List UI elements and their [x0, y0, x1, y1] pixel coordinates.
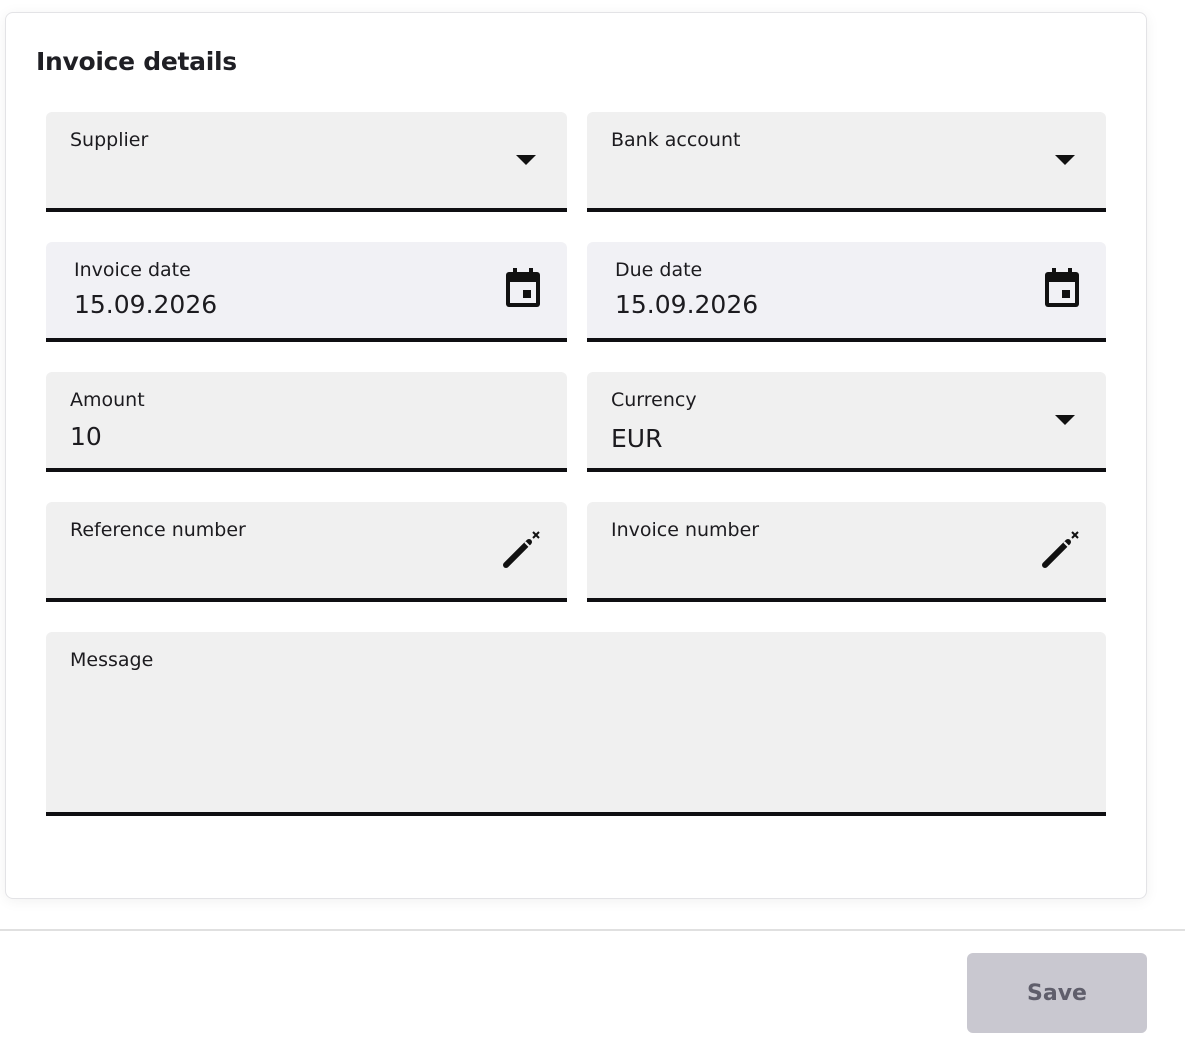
- due-date-field[interactable]: Due date 15.09.2026: [587, 242, 1106, 342]
- supplier-label: Supplier: [70, 129, 149, 151]
- currency-select[interactable]: Currency EUR: [587, 372, 1106, 472]
- amount-field[interactable]: Amount 10: [46, 372, 567, 472]
- message-label: Message: [70, 649, 154, 671]
- invoice-date-label: Invoice date: [74, 259, 191, 281]
- bank-account-label: Bank account: [611, 129, 741, 151]
- invoice-date-value: 15.09.2026: [74, 290, 218, 319]
- due-date-value: 15.09.2026: [615, 290, 759, 319]
- invoice-details-card: Invoice details Supplier Bank account In…: [5, 12, 1147, 899]
- invoice-number-field[interactable]: Invoice number: [587, 502, 1106, 602]
- invoice-page: Invoice details Supplier Bank account In…: [0, 0, 1185, 1052]
- due-date-label: Due date: [615, 259, 703, 281]
- magic-wand-icon[interactable]: [1042, 530, 1080, 570]
- footer-divider: [0, 929, 1185, 931]
- calendar-icon[interactable]: [505, 268, 541, 308]
- page-title: Invoice details: [36, 47, 237, 76]
- chevron-down-icon[interactable]: [516, 155, 536, 165]
- chevron-down-icon[interactable]: [1055, 415, 1075, 425]
- save-button[interactable]: Save: [967, 953, 1147, 1033]
- invoice-date-field[interactable]: Invoice date 15.09.2026: [46, 242, 567, 342]
- reference-number-label: Reference number: [70, 519, 246, 541]
- invoice-number-label: Invoice number: [611, 519, 760, 541]
- currency-label: Currency: [611, 389, 697, 411]
- message-textarea[interactable]: Message: [46, 632, 1106, 816]
- reference-number-field[interactable]: Reference number: [46, 502, 567, 602]
- amount-label: Amount: [70, 389, 145, 411]
- amount-value: 10: [70, 422, 102, 451]
- chevron-down-icon[interactable]: [1055, 155, 1075, 165]
- supplier-select[interactable]: Supplier: [46, 112, 567, 212]
- magic-wand-icon[interactable]: [503, 530, 541, 570]
- calendar-icon[interactable]: [1044, 268, 1080, 308]
- bank-account-select[interactable]: Bank account: [587, 112, 1106, 212]
- currency-value: EUR: [611, 424, 663, 453]
